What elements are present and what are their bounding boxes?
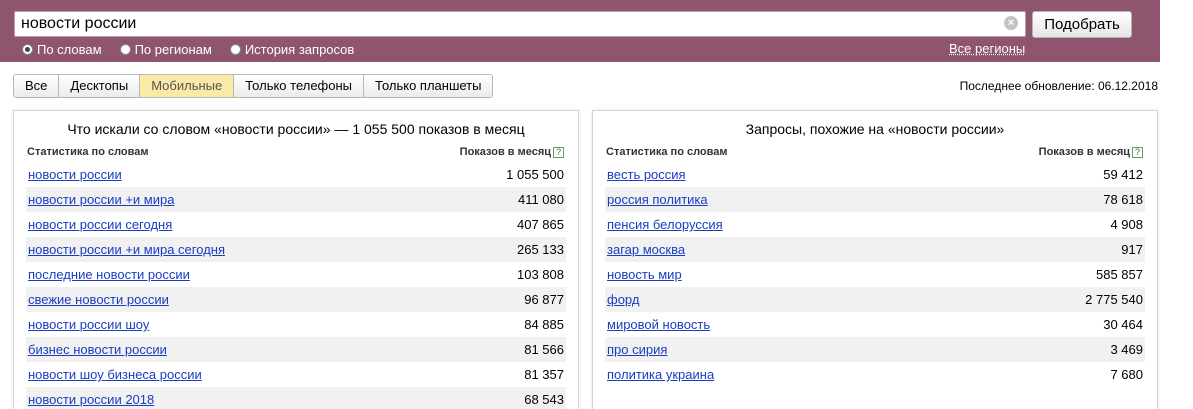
impressions-count: 917 <box>1121 242 1143 257</box>
phrase-link[interactable]: новость мир <box>607 267 682 282</box>
impressions-count: 68 543 <box>524 392 564 407</box>
tab-mobile[interactable]: Мобильные <box>140 75 235 97</box>
impressions-count: 84 885 <box>524 317 564 332</box>
search-input[interactable]: новости россии <box>14 11 1026 37</box>
table-row: про сирия 3 469 <box>605 337 1145 362</box>
table-row: весть россия 59 412 <box>605 162 1145 187</box>
search-header-arrow <box>1144 0 1160 62</box>
phrase-link[interactable]: новости россии <box>28 167 122 182</box>
radio-by-regions[interactable]: По регионам <box>119 41 212 57</box>
radio-label: История запросов <box>244 41 355 57</box>
tab-phones-only[interactable]: Только телефоны <box>234 75 365 97</box>
panel-title: Запросы, похожие на «новости россии» <box>745 121 1005 137</box>
radio-dot <box>22 43 33 55</box>
impressions-count: 1 055 500 <box>506 167 564 182</box>
table-row: новости россии 1 055 500 <box>26 162 566 187</box>
table-row: бизнес новости россии 81 566 <box>26 337 566 362</box>
table-row: пенсия белоруссия 4 908 <box>605 212 1145 237</box>
radio-dot <box>229 43 241 55</box>
right-results-panel: Запросы, похожие на «новости россии» Ста… <box>592 110 1158 409</box>
device-tabs: Все Десктопы Мобильные Только телефоны Т… <box>13 74 494 98</box>
phrase-link[interactable]: новости россии 2018 <box>28 392 154 407</box>
phrase-link[interactable]: бизнес новости россии <box>28 342 167 357</box>
phrase-link[interactable]: мировой новость <box>607 317 710 332</box>
impressions-count: 81 566 <box>524 342 564 357</box>
impressions-count: 30 464 <box>1103 317 1143 332</box>
table-row: политика украина 7 680 <box>605 362 1145 387</box>
table-row: свежие новости россии 96 877 <box>26 287 566 312</box>
panel-title: Что искали со словом «новости россии» — … <box>67 121 525 137</box>
impressions-count: 3 469 <box>1110 342 1143 357</box>
column-header-count: Показов в месяц ? <box>460 146 564 158</box>
table-row: последние новости россии 103 808 <box>26 262 566 287</box>
impressions-count: 78 618 <box>1103 192 1143 207</box>
phrase-link[interactable]: новости россии шоу <box>28 317 149 332</box>
help-icon[interactable]: ? <box>1132 146 1143 158</box>
radio-label: По словам <box>37 41 102 57</box>
phrase-link[interactable]: пенсия белоруссия <box>607 217 723 232</box>
tab-all[interactable]: Все <box>14 75 60 97</box>
radio-dot <box>119 43 131 55</box>
table-row: новости россии сегодня 407 865 <box>26 212 566 237</box>
left-results-panel: Что искали со словом «новости россии» — … <box>13 110 579 409</box>
radio-history[interactable]: История запросов <box>229 41 355 57</box>
table-row: новости россии +и мира 411 080 <box>26 187 566 212</box>
impressions-count: 4 908 <box>1110 217 1143 232</box>
phrase-link[interactable]: про сирия <box>607 342 667 357</box>
phrase-link[interactable]: последние новости россии <box>28 267 190 282</box>
table-row: мировой новость 30 464 <box>605 312 1145 337</box>
impressions-count: 81 357 <box>524 367 564 382</box>
impressions-count: 103 808 <box>517 267 564 282</box>
phrase-link[interactable]: новости россии +и мира сегодня <box>28 242 225 257</box>
phrase-link[interactable]: политика украина <box>607 367 714 382</box>
impressions-count: 407 865 <box>517 217 564 232</box>
impressions-count: 96 877 <box>524 292 564 307</box>
column-header-count-label: Показов в месяц <box>1038 146 1130 158</box>
table-row: новости россии +и мира сегодня 265 133 <box>26 237 566 262</box>
submit-button[interactable]: Подобрать <box>1032 11 1132 38</box>
search-mode-radios: По словам По регионам История запросов <box>22 41 372 57</box>
impressions-count: 2 775 540 <box>1085 292 1143 307</box>
impressions-count: 411 080 <box>517 192 564 207</box>
phrase-link[interactable]: свежие новости россии <box>28 292 169 307</box>
tab-tablets-only[interactable]: Только планшеты <box>364 75 493 97</box>
left-rows: новости россии 1 055 500 новости россии +и… <box>26 162 566 409</box>
tab-desktops[interactable]: Десктопы <box>59 75 141 97</box>
right-rows: весть россия 59 412 россия политика 78 618 п… <box>605 162 1145 387</box>
column-header-phrase: Статистика по словам <box>27 146 149 158</box>
impressions-count: 7 680 <box>1110 367 1143 382</box>
radio-label: По регионам <box>134 41 212 57</box>
impressions-count: 585 857 <box>1096 267 1143 282</box>
table-row: новости россии шоу 84 885 <box>26 312 566 337</box>
help-icon[interactable]: ? <box>553 146 564 158</box>
phrase-link[interactable]: весть россия <box>607 167 686 182</box>
impressions-count: 59 412 <box>1103 167 1143 182</box>
clear-icon[interactable]: × <box>1004 16 1018 30</box>
phrase-link[interactable]: новости россии сегодня <box>28 217 172 232</box>
column-header-count-label: Показов в месяц <box>459 146 551 158</box>
table-row: новости шоу бизнеса россии 81 357 <box>26 362 566 387</box>
table-row: загар москва 917 <box>605 237 1145 262</box>
table-row: новость мир 585 857 <box>605 262 1145 287</box>
phrase-link[interactable]: новости шоу бизнеса россии <box>28 367 202 382</box>
table-row: форд 2 775 540 <box>605 287 1145 312</box>
column-header-count: Показов в месяц ? <box>1039 146 1143 158</box>
phrase-link[interactable]: новости россии +и мира <box>28 192 174 207</box>
radio-by-words[interactable]: По словам <box>22 41 102 57</box>
table-row: россия политика 78 618 <box>605 187 1145 212</box>
phrase-link[interactable]: загар москва <box>607 242 685 257</box>
all-regions-link[interactable]: Все регионы <box>949 41 1025 56</box>
column-header-phrase: Статистика по словам <box>606 146 728 158</box>
impressions-count: 265 133 <box>517 242 564 257</box>
phrase-link[interactable]: форд <box>607 292 639 307</box>
phrase-link[interactable]: россия политика <box>607 192 708 207</box>
last-update: Последнее обновление: 06.12.2018 <box>959 79 1158 93</box>
table-row: новости россии 2018 68 543 <box>26 387 566 409</box>
